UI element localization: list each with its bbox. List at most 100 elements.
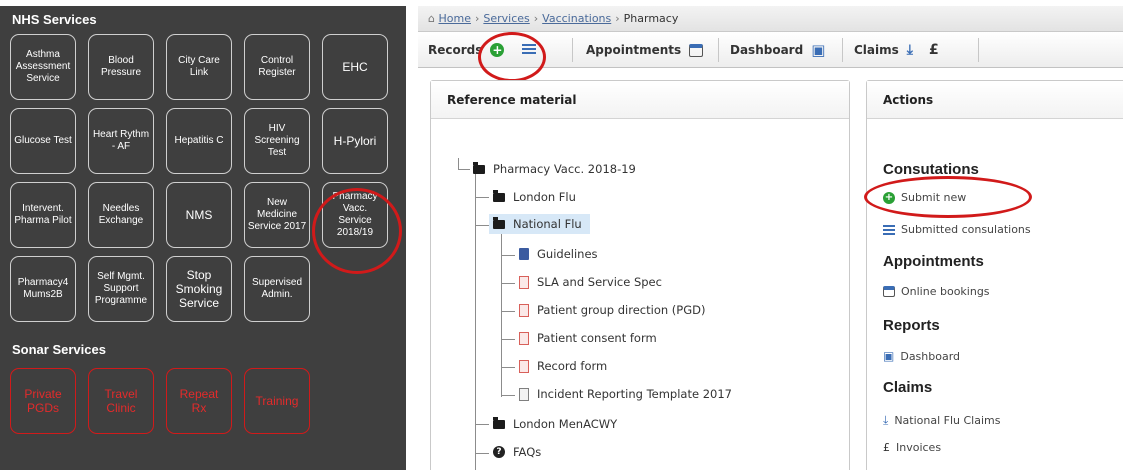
breadcrumb-separator: › bbox=[615, 12, 620, 25]
tile-pharmacy-vacc-service[interactable]: Pharmacy Vacc. Service 2018/19 bbox=[322, 182, 388, 248]
folder-icon bbox=[493, 189, 505, 202]
list-icon[interactable] bbox=[522, 44, 537, 56]
toolbar-divider bbox=[572, 38, 573, 62]
dashboard-icon: ▣ bbox=[883, 349, 895, 363]
tile-asthma-assessment[interactable]: Asthma Assessment Service bbox=[10, 34, 76, 100]
tree-connector bbox=[458, 169, 470, 170]
tile-heart-rythm[interactable]: Heart Rythm - AF bbox=[88, 108, 154, 174]
tile-needles-exchange[interactable]: Needles Exchange bbox=[88, 182, 154, 248]
sonar-services-heading: Sonar Services bbox=[12, 342, 106, 357]
tile-city-care-link[interactable]: City Care Link bbox=[166, 34, 232, 100]
tile-control-register[interactable]: Control Register bbox=[244, 34, 310, 100]
tree-connector bbox=[475, 453, 489, 454]
toolbar-divider bbox=[842, 38, 843, 62]
toolbar-dashboard[interactable]: Dashboard ▣ bbox=[730, 32, 825, 68]
toolbar-appointments[interactable]: Appointments bbox=[586, 32, 704, 68]
folder-icon bbox=[473, 161, 485, 174]
tree-label: Guidelines bbox=[537, 247, 598, 261]
tree-label: FAQs bbox=[513, 445, 542, 459]
national-flu-claims-link[interactable]: ⤓ National Flu Claims bbox=[883, 413, 1000, 428]
toolbar-claims[interactable]: Claims ⤓ £ bbox=[854, 32, 939, 68]
tree-london-menacwy[interactable]: London MenACWY bbox=[493, 416, 618, 431]
submit-new-link[interactable]: + Submit new bbox=[883, 191, 966, 204]
tile-intervent-pharma-pilot[interactable]: Intervent. Pharma Pilot bbox=[10, 182, 76, 248]
tile-pharmacy4mums2b[interactable]: Pharmacy4 Mums2B bbox=[10, 256, 76, 322]
tile-repeat-rx[interactable]: Repeat Rx bbox=[166, 368, 232, 434]
tile-training[interactable]: Training bbox=[244, 368, 310, 434]
tile-stop-smoking[interactable]: Stop Smoking Service bbox=[166, 256, 232, 322]
pdf-file-icon bbox=[519, 275, 529, 289]
plus-circle-icon: + bbox=[883, 191, 895, 204]
tile-hiv-screening[interactable]: HIV Screening Test bbox=[244, 108, 310, 174]
breadcrumb: ⌂ Home › Services › Vaccinations › Pharmacy bbox=[418, 6, 1123, 32]
submitted-consultations-label: Submitted consulations bbox=[901, 223, 1031, 236]
tree-label: London Flu bbox=[513, 190, 576, 204]
records-label: Records bbox=[428, 43, 483, 57]
online-bookings-label: Online bookings bbox=[901, 285, 990, 298]
invoices-link[interactable]: £ Invoices bbox=[883, 441, 941, 454]
tree-patient-group-direction[interactable]: Patient group direction (PGD) bbox=[519, 303, 705, 317]
tree-root-pharmacy-vacc[interactable]: Pharmacy Vacc. 2018-19 bbox=[473, 161, 636, 176]
national-flu-claims-label: National Flu Claims bbox=[894, 414, 1001, 427]
calendar-icon bbox=[689, 43, 704, 57]
tree-label: National Flu bbox=[513, 217, 582, 231]
pound-icon[interactable]: £ bbox=[929, 42, 939, 58]
tree-connector bbox=[501, 339, 515, 340]
pdf-file-icon bbox=[519, 359, 529, 373]
toolbar-divider bbox=[718, 38, 719, 62]
tile-hepatitis-c[interactable]: Hepatitis C bbox=[166, 108, 232, 174]
document-icon bbox=[519, 387, 529, 401]
book-icon bbox=[519, 248, 529, 260]
pound-icon: £ bbox=[883, 441, 890, 454]
reference-material-title: Reference material bbox=[431, 81, 849, 119]
pharmacy-app-panel: ⌂ Home › Services › Vaccinations › Pharmacy Re… bbox=[418, 6, 1123, 470]
tree-london-flu[interactable]: London Flu bbox=[493, 189, 576, 204]
tile-blood-pressure[interactable]: Blood Pressure bbox=[88, 34, 154, 100]
tree-record-form[interactable]: Record form bbox=[519, 359, 607, 373]
pdf-file-icon bbox=[519, 303, 529, 317]
breadcrumb-vaccinations[interactable]: Vaccinations bbox=[542, 12, 611, 25]
nhs-services-heading: NHS Services bbox=[12, 12, 97, 27]
tree-connector bbox=[501, 311, 515, 312]
tile-new-medicine-service[interactable]: New Medicine Service 2017 bbox=[244, 182, 310, 248]
tree-guidelines[interactable]: Guidelines bbox=[519, 247, 598, 261]
breadcrumb-separator: › bbox=[474, 12, 480, 25]
consultations-heading: Consutations bbox=[883, 161, 979, 178]
page-root: NHS Services Asthma Assessment Service B… bbox=[0, 0, 1123, 470]
main-toolbar: Records + Appointments Dashboard ▣ Claim… bbox=[418, 32, 1123, 68]
tree-connector bbox=[501, 283, 515, 284]
tree-patient-consent-form[interactable]: Patient consent form bbox=[519, 331, 657, 345]
breadcrumb-services[interactable]: Services bbox=[483, 12, 529, 25]
help-icon: ? bbox=[493, 446, 505, 458]
tree-sla-service-spec[interactable]: SLA and Service Spec bbox=[519, 275, 662, 289]
actions-panel: Actions Consutations + Submit new Submit… bbox=[866, 80, 1123, 470]
plus-circle-icon[interactable]: + bbox=[490, 43, 505, 57]
tile-glucose-test[interactable]: Glucose Test bbox=[10, 108, 76, 174]
breadcrumb-home[interactable]: Home bbox=[438, 12, 470, 25]
online-bookings-link[interactable]: Online bookings bbox=[883, 285, 990, 298]
dashboard-label: Dashboard bbox=[730, 43, 804, 57]
download-icon[interactable]: ⤓ bbox=[907, 42, 913, 58]
tile-self-mgmt-support[interactable]: Self Mgmt. Support Programme bbox=[88, 256, 154, 322]
calendar-icon bbox=[883, 286, 895, 297]
submitted-consultations-link[interactable]: Submitted consulations bbox=[883, 223, 1031, 236]
tile-supervised-admin[interactable]: Supervised Admin. bbox=[244, 256, 310, 322]
tile-private-pgds[interactable]: Private PGDs bbox=[10, 368, 76, 434]
tree-faqs[interactable]: ? FAQs bbox=[493, 445, 541, 459]
tile-h-pylori[interactable]: H-Pylori bbox=[322, 108, 388, 174]
tree-incident-reporting-template[interactable]: Incident Reporting Template 2017 bbox=[519, 387, 732, 401]
nhs-services-panel: NHS Services Asthma Assessment Service B… bbox=[0, 6, 406, 470]
list-icon bbox=[883, 224, 895, 235]
dashboard-link[interactable]: ▣ Dashboard bbox=[883, 349, 960, 363]
toolbar-records[interactable]: Records + bbox=[428, 32, 537, 68]
invoices-label: Invoices bbox=[896, 441, 942, 454]
pdf-file-icon bbox=[519, 331, 529, 345]
tree-national-flu[interactable]: National Flu bbox=[489, 214, 590, 234]
breadcrumb-current: Pharmacy bbox=[623, 12, 679, 25]
tile-travel-clinic[interactable]: Travel Clinic bbox=[88, 368, 154, 434]
tile-nms[interactable]: NMS bbox=[166, 182, 232, 248]
tile-ehc[interactable]: EHC bbox=[322, 34, 388, 100]
tree-label: Incident Reporting Template 2017 bbox=[537, 387, 732, 401]
breadcrumb-separator: › bbox=[533, 12, 539, 25]
tree-label: London MenACWY bbox=[513, 417, 618, 431]
